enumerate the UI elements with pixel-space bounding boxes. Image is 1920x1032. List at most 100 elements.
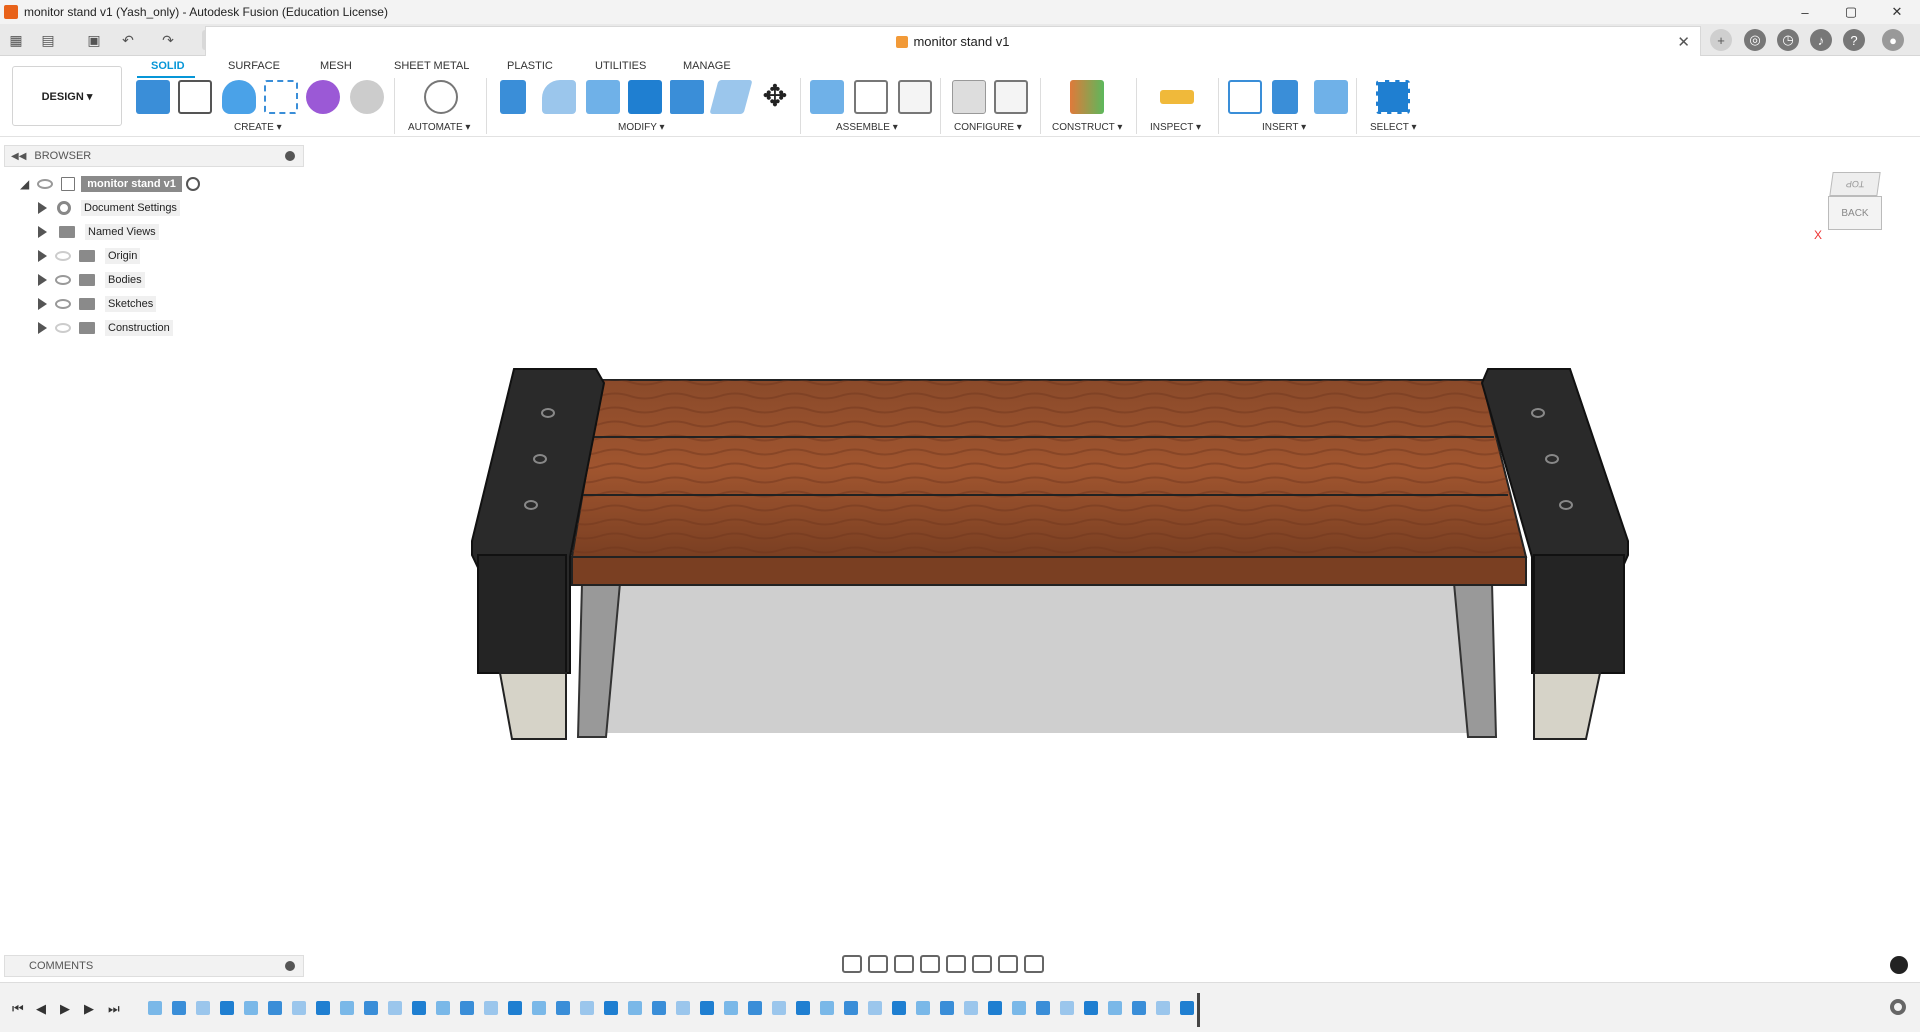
grid-menu-icon[interactable]: ▦ <box>6 30 26 50</box>
shell-icon[interactable] <box>586 80 620 114</box>
view-cube-top-face[interactable]: TOP <box>1829 172 1881 196</box>
timeline-feature-icon[interactable] <box>436 1001 450 1015</box>
view-cube[interactable]: TOP BACK X <box>1814 168 1882 242</box>
notifications-icon[interactable]: ♪ <box>1810 29 1832 51</box>
timeline-feature-icon[interactable] <box>1180 1001 1194 1015</box>
timeline-feature-icon[interactable] <box>460 1001 474 1015</box>
add-comment-icon[interactable] <box>285 961 295 971</box>
automate-icon[interactable] <box>424 80 458 114</box>
timeline-feature-icon[interactable] <box>652 1001 666 1015</box>
timeline-feature-icon[interactable] <box>388 1001 402 1015</box>
press-pull-icon[interactable] <box>500 80 526 114</box>
timeline-feature-icon[interactable] <box>820 1001 834 1015</box>
help-icon[interactable]: ? <box>1843 29 1865 51</box>
timeline-feature-icon[interactable] <box>892 1001 906 1015</box>
extrude-icon[interactable] <box>222 80 256 114</box>
timeline-feature-icon[interactable] <box>580 1001 594 1015</box>
hole-icon[interactable] <box>350 80 384 114</box>
create-group-label[interactable]: CREATE ▾ <box>234 122 282 133</box>
timeline-feature-icon[interactable] <box>700 1001 714 1015</box>
timeline-feature-icon[interactable] <box>988 1001 1002 1015</box>
timeline-feature-icon[interactable] <box>532 1001 546 1015</box>
tab-plastic[interactable]: PLASTIC <box>507 60 553 72</box>
timeline-feature-icon[interactable] <box>916 1001 930 1015</box>
view-cube-back-face[interactable]: BACK <box>1828 196 1882 230</box>
extensions-icon[interactable]: ◎ <box>1744 29 1766 51</box>
select-icon[interactable] <box>1376 80 1410 114</box>
timeline-feature-icon[interactable] <box>796 1001 810 1015</box>
viewports-icon[interactable] <box>1024 955 1044 973</box>
measure-icon[interactable] <box>1160 90 1194 104</box>
joint-icon[interactable] <box>854 80 888 114</box>
timeline-feature-icon[interactable] <box>172 1001 186 1015</box>
go-to-end-icon[interactable]: ⏭ <box>108 1001 120 1017</box>
timeline-feature-icon[interactable] <box>628 1001 642 1015</box>
timeline-feature-icon[interactable] <box>724 1001 738 1015</box>
timeline-feature-icon[interactable] <box>196 1001 210 1015</box>
timeline-feature-icon[interactable] <box>844 1001 858 1015</box>
save-icon[interactable]: ▣ <box>84 30 104 50</box>
timeline-feature-icon[interactable] <box>748 1001 762 1015</box>
text-commands-icon[interactable] <box>1890 956 1908 974</box>
assemble-group-label[interactable]: ASSEMBLE ▾ <box>836 122 898 133</box>
insert-mesh-icon[interactable] <box>1272 80 1298 114</box>
chamfer-icon[interactable] <box>709 80 753 114</box>
form-icon[interactable] <box>306 80 340 114</box>
go-to-start-icon[interactable]: ⏮ <box>12 1001 24 1017</box>
timeline-feature-icon[interactable] <box>940 1001 954 1015</box>
new-tab-icon[interactable]: + <box>1710 29 1732 51</box>
step-forward-icon[interactable]: ▶ <box>84 1001 94 1017</box>
timeline-marker[interactable] <box>1197 993 1200 1027</box>
document-tab[interactable]: monitor stand v1 ✕ <box>205 26 1701 56</box>
insert-canvas-icon[interactable] <box>1314 80 1348 114</box>
minimize-button[interactable]: – <box>1782 0 1828 24</box>
tab-surface[interactable]: SURFACE <box>228 60 280 72</box>
close-window-button[interactable]: ✕ <box>1874 0 1920 24</box>
inspect-group-label[interactable]: INSPECT ▾ <box>1150 122 1201 133</box>
timeline-feature-icon[interactable] <box>1132 1001 1146 1015</box>
construct-group-label[interactable]: CONSTRUCT ▾ <box>1052 122 1122 133</box>
timeline-feature-icon[interactable] <box>220 1001 234 1015</box>
timeline-feature-icon[interactable] <box>484 1001 498 1015</box>
zoom-icon[interactable] <box>920 955 940 973</box>
timeline-feature-icon[interactable] <box>340 1001 354 1015</box>
move-copy-icon[interactable]: ✥ <box>758 80 792 114</box>
offset-plane-icon[interactable] <box>1070 80 1104 114</box>
configure-group-label[interactable]: CONFIGURE ▾ <box>954 122 1022 133</box>
timeline-feature-icon[interactable] <box>268 1001 282 1015</box>
timeline-feature-icon[interactable] <box>772 1001 786 1015</box>
configure-icon[interactable] <box>952 80 986 114</box>
tab-manage[interactable]: MANAGE <box>683 60 731 72</box>
modify-group-label[interactable]: MODIFY ▾ <box>618 122 665 133</box>
create-sketch-icon[interactable] <box>178 80 212 114</box>
timeline-feature-icon[interactable] <box>604 1001 618 1015</box>
timeline-feature-icon[interactable] <box>868 1001 882 1015</box>
pan-icon[interactable] <box>894 955 914 973</box>
job-status-icon[interactable]: ◷ <box>1777 29 1799 51</box>
close-tab-icon[interactable]: ✕ <box>1677 33 1690 51</box>
maximize-button[interactable]: ▢ <box>1828 0 1874 24</box>
timeline-feature-icon[interactable] <box>556 1001 570 1015</box>
insert-group-label[interactable]: INSERT ▾ <box>1262 122 1306 133</box>
display-settings-icon[interactable] <box>972 955 992 973</box>
timeline-feature-icon[interactable] <box>412 1001 426 1015</box>
timeline-feature-icon[interactable] <box>1012 1001 1026 1015</box>
configuration-table-icon[interactable] <box>994 80 1028 114</box>
automate-group-label[interactable]: AUTOMATE ▾ <box>408 122 470 133</box>
tab-solid[interactable]: SOLID <box>151 60 185 72</box>
tab-sheet-metal[interactable]: SHEET METAL <box>394 60 469 72</box>
timeline-feature-icon[interactable] <box>676 1001 690 1015</box>
timeline-feature-icon[interactable] <box>364 1001 378 1015</box>
split-body-icon[interactable] <box>670 80 704 114</box>
bill-of-materials-icon[interactable] <box>898 80 932 114</box>
timeline-feature-icon[interactable] <box>1060 1001 1074 1015</box>
file-menu-icon[interactable]: ▤ <box>38 30 58 50</box>
fillet-icon[interactable] <box>542 80 576 114</box>
redo-icon[interactable]: ↷ <box>158 30 178 50</box>
tab-mesh[interactable]: MESH <box>320 60 352 72</box>
timeline-feature-icon[interactable] <box>148 1001 162 1015</box>
pattern-icon[interactable] <box>264 80 298 114</box>
tab-utilities[interactable]: UTILITIES <box>595 60 646 72</box>
insert-derive-icon[interactable] <box>1228 80 1262 114</box>
timeline-feature-icon[interactable] <box>1036 1001 1050 1015</box>
